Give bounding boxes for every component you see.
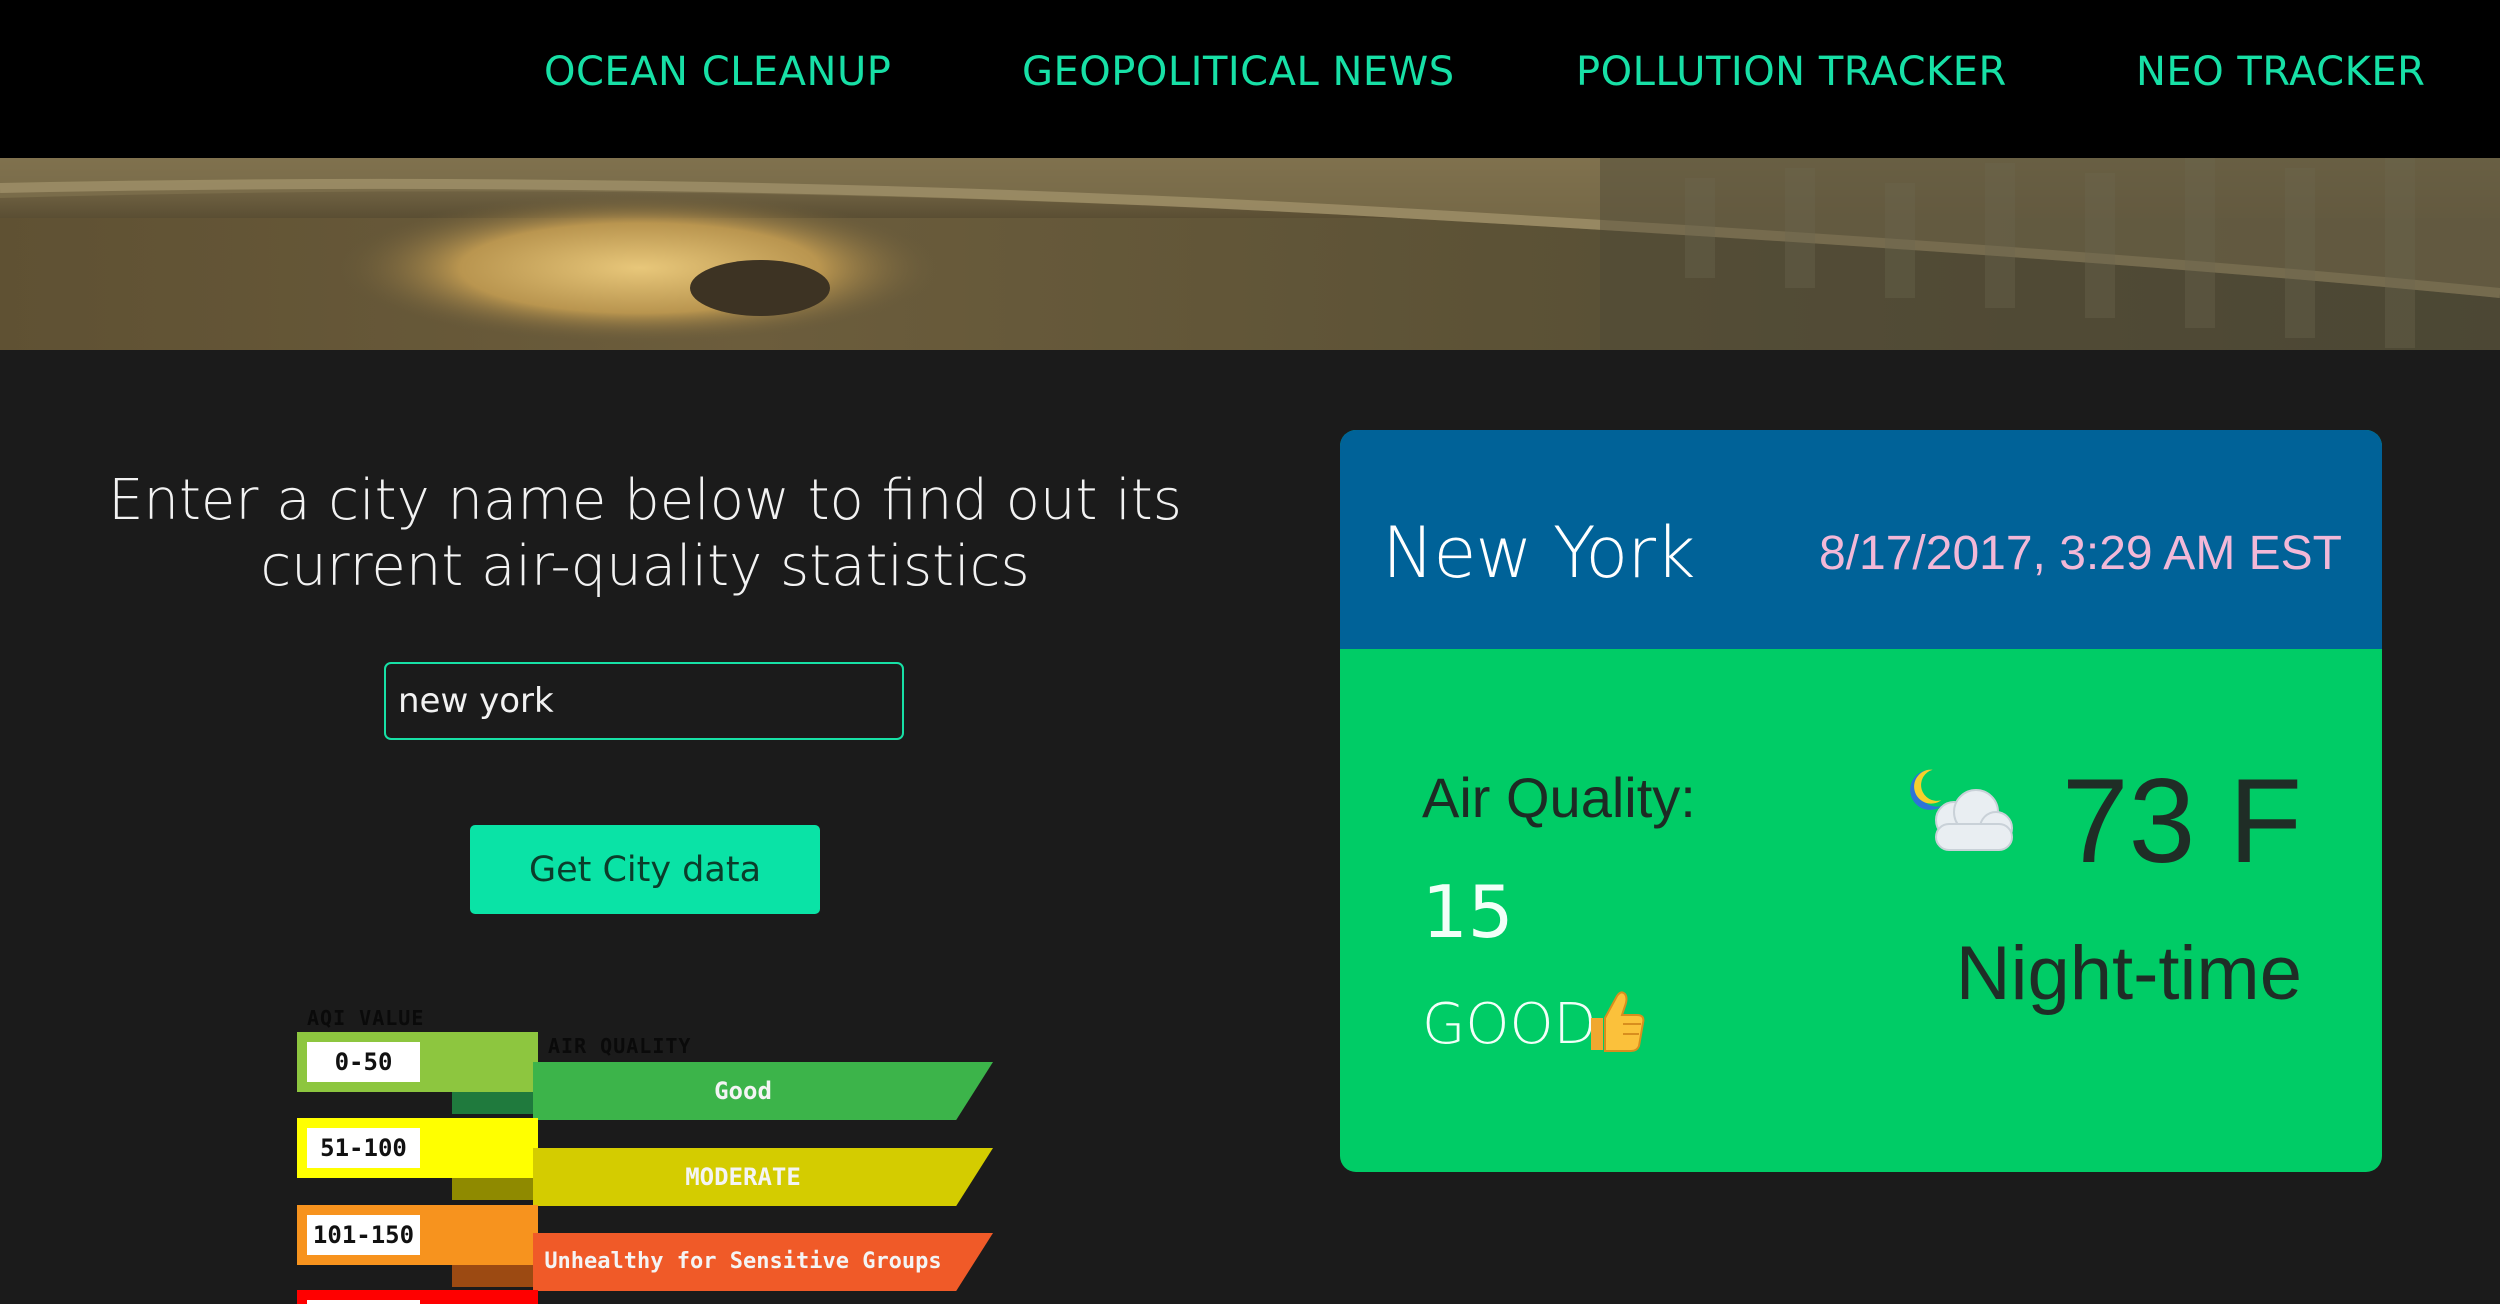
aqi-range-moderate: 51-100 — [297, 1118, 538, 1178]
aqi-fold — [452, 1092, 538, 1114]
nav-link-neo-tracker[interactable]: NEO TRACKER — [2136, 44, 2425, 100]
aqi-value-header: AQI VALUE — [307, 1006, 425, 1030]
intro-text: Enter a city name below to find out its … — [108, 468, 1182, 599]
card-header: New York 8/17/2017, 3:29 AM EST — [1340, 430, 2382, 649]
aqi-range-sensitive: 101-150 — [297, 1205, 538, 1265]
air-quality-label: Air Quality: — [1422, 766, 1696, 829]
aqi-range-label: 0-50 — [307, 1042, 420, 1082]
timestamp: 8/17/2017, 3:29 AM EST — [1818, 527, 2342, 580]
aqi-value: 15 — [1422, 870, 1514, 954]
aqi-fold — [452, 1178, 538, 1200]
aqi-band-sensitive: Unhealthy for Sensitive Groups — [533, 1233, 993, 1291]
city-name: New York — [1382, 512, 1696, 594]
aqi-band-moderate: MODERATE — [533, 1148, 993, 1206]
temperature: 73 F — [2061, 754, 2302, 888]
get-city-data-button[interactable]: Get City data — [470, 825, 820, 914]
daypart-label: Night-time — [1955, 931, 2302, 1016]
top-nav: OCEAN CLEANUP GEOPOLITICAL NEWS POLLUTIO… — [0, 0, 2500, 158]
aqi-range-label: 51-100 — [307, 1128, 420, 1168]
hero-banner-image — [0, 158, 2500, 350]
nav-link-ocean-cleanup[interactable]: OCEAN CLEANUP — [544, 44, 891, 100]
aqi-range-label: 101-150 — [307, 1215, 420, 1255]
aqi-status: GOOD — [1422, 992, 1597, 1057]
aqi-range-unhealthy — [297, 1290, 538, 1304]
aqi-range-good: 0-50 — [297, 1032, 538, 1092]
aqi-fold — [452, 1265, 538, 1287]
thumbs-up-icon — [1591, 991, 1645, 1052]
moon-cloud-icon — [1910, 769, 2013, 851]
air-quality-header: AIR QUALITY — [548, 1034, 692, 1058]
nav-link-geopolitical-news[interactable]: GEOPOLITICAL NEWS — [1022, 44, 1455, 100]
aqi-legend: AQI VALUE AIR QUALITY 0-50 Good 51-100 M… — [297, 1000, 1007, 1304]
city-weather-card: New York 8/17/2017, 3:29 AM EST Air Qual… — [1340, 430, 2382, 1172]
city-search-input[interactable] — [384, 662, 904, 740]
nav-link-pollution-tracker[interactable]: POLLUTION TRACKER — [1576, 44, 2007, 100]
aqi-range-label — [307, 1300, 420, 1304]
aqi-band-good: Good — [533, 1062, 993, 1120]
